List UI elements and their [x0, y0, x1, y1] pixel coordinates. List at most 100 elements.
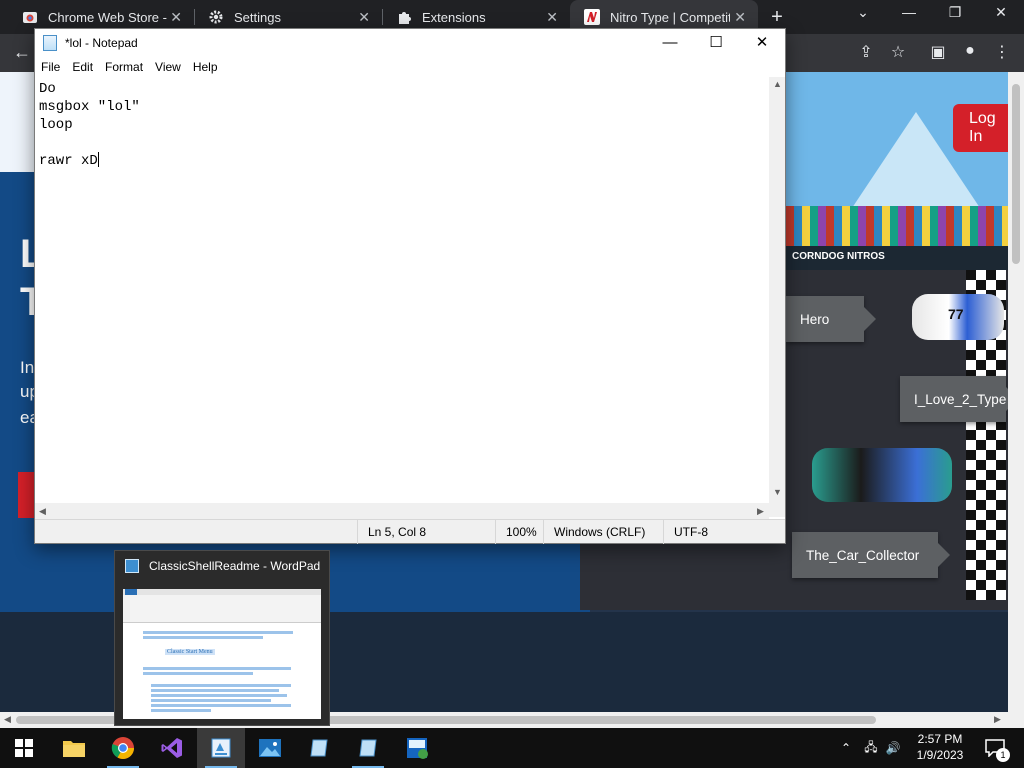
document-content: Classic Start Menu [143, 629, 301, 719]
back-button[interactable]: ← [10, 42, 34, 63]
wordpad-ribbon [123, 589, 321, 623]
show-hidden-icons-button[interactable]: ⌃ [836, 728, 856, 768]
scroll-up-icon[interactable]: ▲ [773, 79, 782, 89]
scroll-down-icon[interactable]: ▼ [773, 487, 782, 497]
scroll-right-icon[interactable]: ▶ [994, 714, 1001, 725]
windows-logo-icon [15, 739, 33, 757]
chrome-taskbar-button[interactable] [99, 728, 147, 768]
menu-bar: File Edit Format View Help [35, 57, 785, 77]
minimize-button[interactable]: — [647, 31, 693, 55]
scroll-right-icon[interactable]: ▶ [757, 506, 764, 517]
sponsor-banner: CORNDOG NITROS [786, 246, 1008, 270]
minimize-button[interactable]: — [886, 4, 932, 20]
text-line: loop [39, 117, 73, 133]
scrollbar-thumb[interactable] [1012, 84, 1020, 264]
classic-shell-icon [407, 738, 428, 759]
menu-icon[interactable]: ⋮ [990, 42, 1014, 62]
chrome-icon [111, 737, 134, 759]
text-line: msgbox "lol" [39, 99, 140, 115]
login-button[interactable]: Log In [953, 104, 1008, 152]
close-icon[interactable]: ✕ [734, 9, 746, 26]
wordpad-icon [125, 559, 139, 573]
encoding: UTF-8 [663, 520, 783, 544]
text-editor[interactable]: Do msgbox "lol" loop rawr xD [35, 77, 769, 517]
editor-horizontal-scrollbar[interactable]: ◀ ▶ [35, 503, 769, 519]
notification-center-button[interactable]: 1 [980, 728, 1010, 768]
classic-shell-taskbar-button[interactable] [393, 728, 441, 768]
wordpad-icon [211, 738, 231, 758]
racer-name-label: Hero [786, 296, 876, 342]
folder-icon [63, 741, 85, 757]
scroll-left-icon[interactable]: ◀ [4, 714, 11, 725]
puzzle-icon [396, 9, 412, 25]
notepad-icon [43, 35, 57, 51]
notification-count-badge: 1 [996, 748, 1010, 762]
menu-format[interactable]: Format [99, 57, 149, 77]
thumbnail-header: ClassicShellReadme - WordPad [115, 551, 329, 581]
wordpad-preview: Classic Start Menu [123, 589, 321, 719]
ribbon-tabs [123, 589, 321, 595]
menu-view[interactable]: View [149, 57, 187, 77]
clock-date: 1/9/2023 [916, 748, 964, 762]
close-icon[interactable]: ✕ [170, 9, 182, 26]
file-explorer-taskbar-button[interactable] [50, 728, 98, 768]
page-vertical-scrollbar[interactable] [1008, 72, 1024, 728]
text-line [151, 704, 291, 707]
racer-car: 77 [912, 294, 1004, 340]
share-icon[interactable]: ⇪ [854, 42, 878, 62]
visual-studio-taskbar-button[interactable] [148, 728, 196, 768]
photos-icon [259, 739, 281, 757]
text-line [151, 709, 211, 712]
text-line [143, 636, 263, 639]
tab-title: Settings [234, 9, 281, 25]
tab-search-button[interactable]: ⌄ [840, 4, 886, 21]
chrome-web-store-icon [22, 9, 38, 25]
text-line [143, 667, 291, 670]
network-icon[interactable]: 🖧 [860, 728, 882, 768]
close-button[interactable]: ✕ [739, 31, 785, 55]
notepad-title-bar[interactable]: *lol - Notepad — ☐ ✕ [35, 29, 785, 57]
editor-vertical-scrollbar[interactable]: ▲ ▼ [769, 77, 785, 517]
bookmark-star-icon[interactable]: ☆ [886, 42, 910, 62]
scroll-left-icon[interactable]: ◀ [39, 506, 46, 517]
tab-title: Extensions [422, 9, 486, 25]
close-icon[interactable]: ✕ [546, 9, 558, 26]
status-bar: Ln 5, Col 8 100% Windows (CRLF) UTF-8 [35, 519, 785, 544]
text-line: rawr xD [39, 153, 98, 169]
racer-car [812, 448, 952, 502]
clock-time: 2:57 PM [917, 732, 963, 746]
new-tab-button[interactable]: + [766, 6, 788, 29]
cursor-position: Ln 5, Col 8 [357, 520, 469, 544]
thumbnail-title: ClassicShellReadme - WordPad [149, 559, 321, 573]
volume-icon[interactable]: 🔊 [882, 728, 904, 768]
menu-edit[interactable]: Edit [66, 57, 99, 77]
text-line-current: rawr xD [39, 152, 765, 170]
start-button[interactable] [0, 728, 48, 768]
system-clock[interactable]: 2:57 PM 1/9/2023 [904, 731, 976, 763]
photos-taskbar-button[interactable] [246, 728, 294, 768]
text-line [151, 684, 291, 687]
maximize-button[interactable]: ☐ [693, 31, 739, 55]
text-line [143, 672, 253, 675]
visual-studio-icon [161, 738, 182, 758]
file-tab [125, 589, 137, 595]
wordpad-taskbar-button[interactable] [197, 728, 245, 768]
notepad-taskbar-button-active[interactable] [344, 728, 392, 768]
racer-name-label: The_Car_Collector [792, 532, 950, 578]
document-heading: Classic Start Menu [165, 649, 215, 655]
line-ending: Windows (CRLF) [543, 520, 663, 544]
close-window-button[interactable]: ✕ [978, 4, 1024, 21]
text-line: Do [39, 81, 56, 97]
notepad-taskbar-button[interactable] [295, 728, 343, 768]
profile-icon[interactable]: ● [958, 42, 982, 60]
racer-name-label: I_Love_2_Type [900, 376, 1008, 422]
hero-text-fragment: In [20, 358, 35, 377]
close-icon[interactable]: ✕ [358, 9, 370, 26]
window-title: *lol - Notepad [65, 36, 138, 50]
menu-help[interactable]: Help [187, 57, 224, 77]
side-panel-icon[interactable]: ▣ [926, 42, 950, 62]
menu-file[interactable]: File [35, 57, 66, 77]
notepad-icon [359, 739, 377, 757]
restore-button[interactable]: ❐ [932, 4, 978, 21]
taskbar-thumbnail-preview[interactable]: ClassicShellReadme - WordPad Classic Sta… [114, 550, 330, 726]
